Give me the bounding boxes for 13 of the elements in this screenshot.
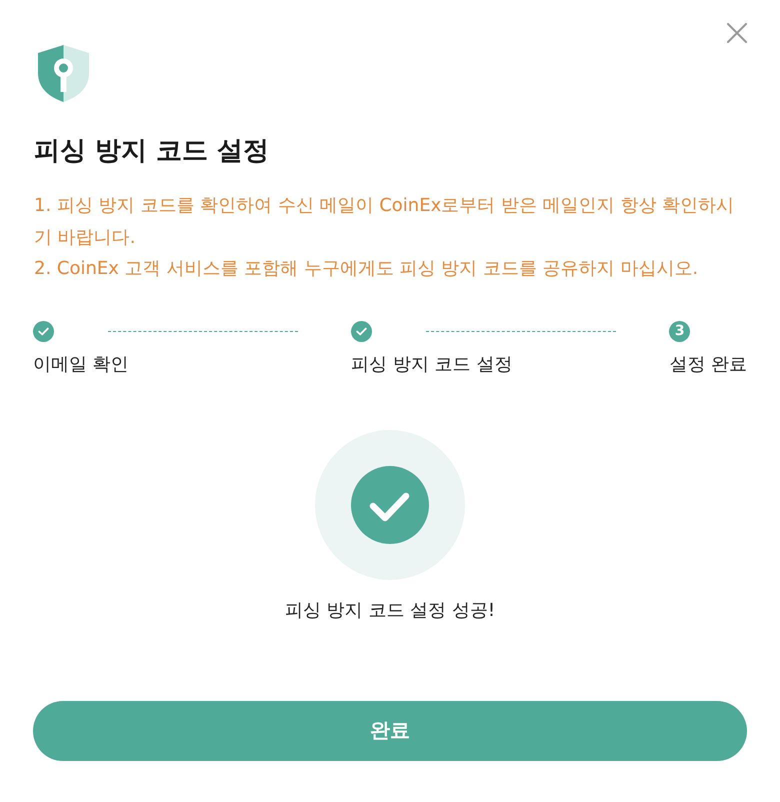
step-label: 설정 완료 [669,352,748,376]
step-label: 피싱 방지 코드 설정 [351,352,512,376]
close-icon [727,23,747,43]
step-number: 3 [669,320,690,342]
dialog-title: 피싱 방지 코드 설정 [34,135,270,167]
success-message: 피싱 방지 코드 설정 성공! [284,598,496,622]
success-check-icon [315,430,465,580]
shield-keyhole-icon [38,45,89,102]
close-button[interactable] [726,22,748,44]
notice-text: 2. CoinEx 고객 서비스를 포함해 누구에게도 피싱 방지 코드를 공유하지 마십시오. [34,257,700,281]
notice-text: 1. 피싱 방지 코드를 확인하여 수신 메일이 CoinEx로부터 받은 메일인지 항상 확인하시기 바랍니다. [34,194,736,250]
step-label: 이메일 확인 [33,352,129,376]
done-button[interactable]: 완료 [33,700,747,760]
